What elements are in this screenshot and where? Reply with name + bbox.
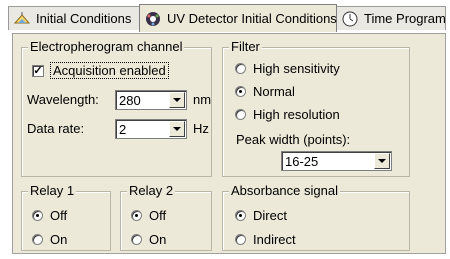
chevron-down-icon[interactable] xyxy=(169,92,185,108)
peak-width-label: Peak width (points): xyxy=(236,132,351,147)
group-legend: Relay 1 xyxy=(28,183,77,198)
filter-high-resolution-radio[interactable]: High resolution xyxy=(235,107,340,122)
absorbance-indirect-radio[interactable]: Indirect xyxy=(235,232,296,247)
relay-2-on-radio[interactable]: On xyxy=(131,232,166,247)
acquisition-enabled-checkbox[interactable]: ✓ Acquisition enabled xyxy=(32,62,169,79)
absorbance-direct-radio[interactable]: Direct xyxy=(235,208,287,223)
tab-strip: Initial Conditions UV Detector Initial C… xyxy=(0,0,450,34)
radio-circle[interactable] xyxy=(235,234,246,245)
radio-label: Normal xyxy=(253,84,295,99)
chevron-down-icon[interactable] xyxy=(169,121,185,137)
radio-label: Direct xyxy=(253,208,287,223)
radio-circle[interactable] xyxy=(235,86,246,97)
detector-icon xyxy=(144,11,162,27)
radio-circle[interactable] xyxy=(235,109,246,120)
chevron-down-icon[interactable] xyxy=(374,153,390,169)
peak-width-select[interactable]: 16-25 xyxy=(281,151,392,171)
tab-label: UV Detector Initial Conditions xyxy=(167,11,337,26)
uv-detector-panel: Electropherogram channel ✓ Acquisition e… xyxy=(12,33,446,254)
radio-circle[interactable] xyxy=(32,210,43,221)
radio-label: Off xyxy=(50,208,68,223)
tab-label: Time Program xyxy=(364,11,446,26)
radio-label: Indirect xyxy=(253,232,296,247)
wavelength-select[interactable]: 280 xyxy=(115,90,187,110)
tab-time-program[interactable]: Time Program xyxy=(336,6,446,30)
relay-1-on-radio[interactable]: On xyxy=(32,232,67,247)
tab-initial-conditions[interactable]: Initial Conditions xyxy=(8,6,140,30)
clock-icon xyxy=(341,11,359,27)
tab-uv-detector-initial-conditions[interactable]: UV Detector Initial Conditions xyxy=(139,4,337,32)
relay-2-group: Relay 2 Off On xyxy=(120,183,212,251)
relay-1-off-radio[interactable]: Off xyxy=(32,208,67,223)
wavelength-label: Wavelength: xyxy=(27,92,99,107)
radio-label: Off xyxy=(149,208,167,223)
filter-normal-radio[interactable]: Normal xyxy=(235,84,295,99)
relay-2-off-radio[interactable]: Off xyxy=(131,208,166,223)
filter-group: Filter High sensitivity Normal High reso… xyxy=(222,39,410,177)
checkbox-label: Acquisition enabled xyxy=(50,62,169,79)
radio-circle[interactable] xyxy=(131,234,142,245)
radio-label: On xyxy=(50,232,68,247)
radio-label: On xyxy=(149,232,167,247)
group-legend: Relay 2 xyxy=(127,183,176,198)
radio-circle[interactable] xyxy=(235,210,246,221)
group-legend: Electropherogram channel xyxy=(28,39,185,54)
tab-label: Initial Conditions xyxy=(36,11,132,26)
select-value: 2 xyxy=(119,121,127,137)
radio-label: High sensitivity xyxy=(253,61,340,76)
checkbox-box[interactable]: ✓ xyxy=(32,64,44,77)
data-rate-unit: Hz xyxy=(193,121,209,136)
select-value: 16-25 xyxy=(285,153,319,169)
filter-high-sensitivity-radio[interactable]: High sensitivity xyxy=(235,61,340,76)
radio-label: High resolution xyxy=(253,107,340,122)
data-rate-select[interactable]: 2 xyxy=(115,119,187,139)
absorbance-signal-group: Absorbance signal Direct Indirect xyxy=(222,183,410,251)
wavelength-unit: nm xyxy=(193,92,212,107)
flask-icon xyxy=(13,11,31,27)
radio-circle[interactable] xyxy=(131,210,142,221)
radio-circle[interactable] xyxy=(32,234,43,245)
group-legend: Absorbance signal xyxy=(229,183,340,198)
radio-circle[interactable] xyxy=(235,63,246,74)
group-legend: Filter xyxy=(229,39,262,54)
select-value: 280 xyxy=(119,92,141,108)
electropherogram-channel-group: Electropherogram channel ✓ Acquisition e… xyxy=(21,39,212,177)
data-rate-label: Data rate: xyxy=(27,121,85,136)
relay-1-group: Relay 1 Off On xyxy=(21,183,111,251)
